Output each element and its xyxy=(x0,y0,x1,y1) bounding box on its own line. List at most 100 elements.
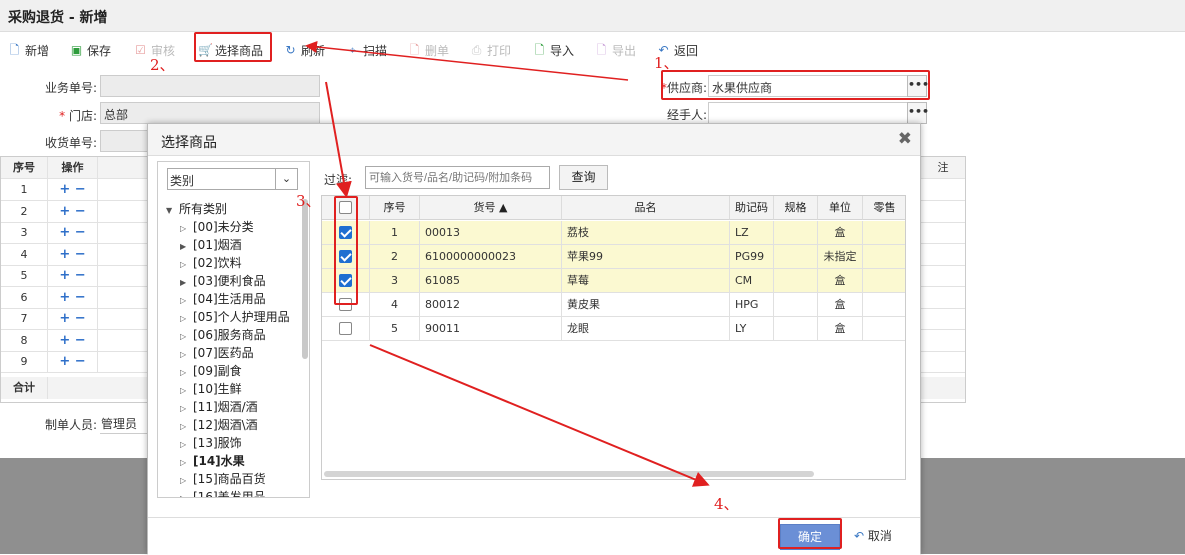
supplier-picker-button[interactable]: ••• xyxy=(907,75,929,97)
tree-item[interactable]: ▶ [03]便利食品 xyxy=(180,272,266,290)
column-header-code[interactable]: 货号 ▲ xyxy=(420,196,562,220)
tree-item[interactable]: ▷ [12]烟酒\酒 xyxy=(180,416,258,434)
tree-item[interactable]: ▷ [02]饮料 xyxy=(180,254,242,272)
select-all-checkbox[interactable] xyxy=(339,200,352,214)
store-label: * 门店: xyxy=(59,109,97,123)
cell-name: 龙眼 xyxy=(562,317,730,341)
tree-item[interactable]: ▷ [09]副食 xyxy=(180,362,242,380)
cell-spec xyxy=(774,245,818,269)
remove-row-icon[interactable]: − xyxy=(75,247,86,262)
row-checkbox[interactable] xyxy=(339,273,352,287)
column-header-unit[interactable]: 单位 xyxy=(818,196,863,220)
row-actions: + − xyxy=(48,308,98,330)
remove-row-icon[interactable]: − xyxy=(75,333,86,348)
row-checkbox-cell[interactable] xyxy=(322,317,370,341)
column-header-retail[interactable]: 零售 xyxy=(863,196,905,220)
tree-item[interactable]: ▷ [10]生鲜 xyxy=(180,380,242,398)
tree-item[interactable]: ▷[16]美发用品 xyxy=(180,488,266,497)
goods-row[interactable]: 1 00013 荔枝 LZ 盒 xyxy=(322,221,905,245)
close-icon[interactable]: ✖ xyxy=(898,129,912,149)
column-header-no[interactable]: 序号 xyxy=(370,196,420,220)
add-row-icon[interactable]: + xyxy=(59,333,70,348)
remove-row-icon[interactable]: − xyxy=(75,204,86,219)
tree-root[interactable]: ▼ 所有类别 xyxy=(166,200,227,218)
handler-picker-button[interactable]: ••• xyxy=(907,102,929,124)
row-checkbox[interactable] xyxy=(339,249,352,263)
row-checkbox[interactable] xyxy=(339,321,352,335)
export-button[interactable]: 🗋 导出 xyxy=(595,41,636,59)
refresh-button[interactable]: ↻ 刷新 xyxy=(284,41,325,59)
cell-code: 61085 xyxy=(420,269,562,293)
tree-item[interactable]: ▷ [15]商品百货 xyxy=(180,470,266,488)
cell-retail xyxy=(863,293,905,317)
row-checkbox-cell[interactable] xyxy=(322,269,370,293)
add-row-icon[interactable]: + xyxy=(59,268,70,283)
tree-item[interactable]: ▶ [01]烟酒 xyxy=(180,236,242,254)
add-row-icon[interactable]: + xyxy=(59,290,70,305)
row-checkbox-cell[interactable] xyxy=(322,293,370,317)
delete-button[interactable]: 🗋 删单 xyxy=(408,41,449,59)
collapse-triangle-icon: ▷ xyxy=(180,490,193,497)
row-number: 9 xyxy=(1,351,48,373)
order-no-field[interactable] xyxy=(100,75,320,97)
row-checkbox[interactable] xyxy=(339,297,352,311)
filter-input[interactable] xyxy=(365,166,550,189)
tree-item[interactable]: ▷ [04]生活用品 xyxy=(180,290,266,308)
category-select[interactable]: 类别 ⌄ xyxy=(167,168,298,190)
select-goods-button[interactable]: 🛒 选择商品 xyxy=(198,41,263,59)
tree-scrollbar[interactable] xyxy=(302,199,308,359)
dialog-footer: 确定 ↶ 取消 xyxy=(148,517,920,555)
dialog-title: 选择商品 xyxy=(161,135,217,151)
add-row-icon[interactable]: + xyxy=(59,225,70,240)
add-row-icon[interactable]: + xyxy=(59,247,70,262)
tree-item[interactable]: ▷ [13]服饰 xyxy=(180,434,242,452)
query-button[interactable]: 查询 xyxy=(559,165,608,190)
goods-row[interactable]: 2 6100000000023 苹果99 PG99 未指定 xyxy=(322,245,905,269)
store-field[interactable]: 总部 xyxy=(100,102,320,124)
column-header-mnemonic[interactable]: 助记码 xyxy=(730,196,774,220)
column-header-select-all[interactable] xyxy=(322,196,370,220)
remove-row-icon[interactable]: − xyxy=(75,182,86,197)
tree-item[interactable]: ▷ [07]医药品 xyxy=(180,344,254,362)
goods-row[interactable]: 4 80012 黄皮果 HPG 盒 xyxy=(322,293,905,317)
cell-retail xyxy=(863,317,905,341)
expanded-triangle-icon: ▼ xyxy=(166,206,173,215)
scan-button[interactable]: ⌖ 扫描 xyxy=(346,41,387,59)
category-select-value: 类别 xyxy=(170,174,195,188)
confirm-button[interactable]: 确定 xyxy=(780,524,840,550)
receipt-no-field[interactable] xyxy=(100,130,150,152)
print-button[interactable]: ⎙ 打印 xyxy=(470,41,511,59)
column-header-spec[interactable]: 规格 xyxy=(774,196,818,220)
supplier-field[interactable]: 水果供应商 xyxy=(708,75,908,97)
column-header-name[interactable]: 品名 xyxy=(562,196,730,220)
tree-item[interactable]: ▷ [05]个人护理用品 xyxy=(180,308,290,326)
tree-item[interactable]: ▷ [00]未分类 xyxy=(180,218,254,236)
remove-row-icon[interactable]: − xyxy=(75,268,86,283)
add-row-icon[interactable]: + xyxy=(59,354,70,369)
tree-item[interactable]: ▷ [14]水果 xyxy=(180,452,245,470)
category-tree-panel: 类别 ⌄ ▼ 所有类别 ▷ [00]未分类 ▶ [01]烟酒 ▷ [02]饮料 ▶ [03]便利… xyxy=(157,161,310,498)
chevron-down-icon: ⌄ xyxy=(275,169,297,189)
grid-horizontal-scrollbar[interactable] xyxy=(324,471,814,477)
goods-row[interactable]: 3 61085 草莓 CM 盒 xyxy=(322,269,905,293)
remove-row-icon[interactable]: − xyxy=(75,290,86,305)
handler-field[interactable] xyxy=(708,102,908,124)
cancel-button[interactable]: ↶ 取消 xyxy=(854,527,892,544)
cell-no: 5 xyxy=(370,317,420,341)
import-button[interactable]: 🗋 导入 xyxy=(533,41,574,59)
save-button[interactable]: ▣ 保存 xyxy=(70,41,111,59)
add-row-icon[interactable]: + xyxy=(59,311,70,326)
remove-row-icon[interactable]: − xyxy=(75,225,86,240)
cell-mnemonic: CM xyxy=(730,269,774,293)
remove-row-icon[interactable]: − xyxy=(75,311,86,326)
new-button[interactable]: 🗋 新增 xyxy=(8,41,49,59)
add-row-icon[interactable]: + xyxy=(59,182,70,197)
tree-item[interactable]: ▷ [06]服务商品 xyxy=(180,326,266,344)
row-checkbox-cell[interactable] xyxy=(322,245,370,269)
goods-row[interactable]: 5 90011 龙眼 LY 盒 xyxy=(322,317,905,341)
remove-row-icon[interactable]: − xyxy=(75,354,86,369)
row-checkbox[interactable] xyxy=(339,225,352,239)
tree-item[interactable]: ▷ [11]烟酒/酒 xyxy=(180,398,258,416)
row-checkbox-cell[interactable] xyxy=(322,221,370,245)
add-row-icon[interactable]: + xyxy=(59,204,70,219)
